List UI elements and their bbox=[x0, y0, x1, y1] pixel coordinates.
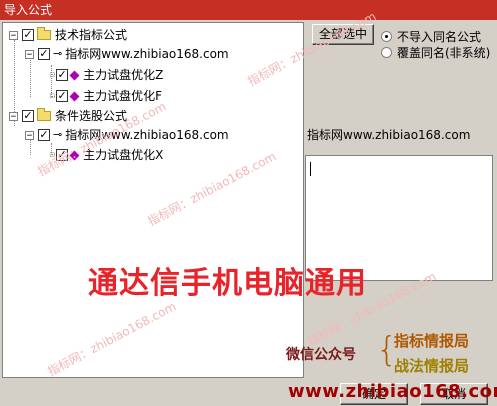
formula-icon bbox=[69, 91, 80, 101]
radio-icon[interactable] bbox=[381, 47, 392, 58]
account-name-1: 指标情报局 bbox=[394, 332, 470, 350]
import-formula-dialog: 导入公式 − ✓ 技术指标公式 − ✓ ⊸ 指标网www.zhibiao168.… bbox=[0, 0, 497, 406]
key-icon: ⊸ bbox=[53, 47, 63, 60]
checkbox[interactable]: ✓ bbox=[56, 90, 69, 102]
collapse-toggle[interactable]: − bbox=[9, 30, 18, 40]
radio-label: 覆盖同名(非系统) bbox=[397, 46, 491, 60]
window-title: 导入公式 bbox=[4, 3, 53, 17]
account-name-2: 战法情报局 bbox=[394, 357, 470, 375]
checkbox[interactable]: ✓ bbox=[38, 48, 50, 60]
key-icon: ⊸ bbox=[53, 128, 63, 141]
collapse-toggle[interactable]: − bbox=[25, 130, 34, 140]
radio-icon[interactable] bbox=[381, 31, 392, 42]
tree-node-formula[interactable]: ▫ ✓ 主力试盘优化F bbox=[49, 87, 162, 105]
tree-node-label: 主力试盘优化Z bbox=[83, 68, 164, 82]
checkbox[interactable]: ✓ bbox=[56, 69, 69, 81]
radio-label: 不导入同名公式 bbox=[397, 30, 482, 44]
promo-headline: 通达信手机电脑通用 bbox=[88, 266, 367, 301]
radio-overwrite[interactable]: 覆盖同名(非系统) bbox=[381, 44, 490, 61]
library-icon: ▫ bbox=[49, 70, 56, 80]
folder-icon bbox=[37, 27, 51, 40]
collapse-toggle[interactable]: − bbox=[25, 49, 34, 59]
tree-node-stock-selection[interactable]: − ✓ 条件选股公式 bbox=[9, 107, 127, 125]
tree-node-label: 指标网www.zhibiao168.com bbox=[65, 47, 229, 61]
window-titlebar: 导入公式 bbox=[0, 0, 497, 20]
source-info-label: 指标网www.zhibiao168.com bbox=[307, 128, 471, 142]
formula-icon bbox=[69, 70, 80, 80]
tree-node-source[interactable]: − ✓ ⊸ 指标网www.zhibiao168.com bbox=[25, 45, 229, 63]
wechat-label: 微信公众号 bbox=[286, 347, 356, 363]
text-cursor bbox=[310, 162, 311, 176]
collapse-toggle[interactable]: − bbox=[9, 111, 18, 121]
tree-node-formula[interactable]: ▫ ✓ 主力试盘优化Z bbox=[49, 66, 163, 84]
checkbox[interactable]: ✓ bbox=[22, 29, 34, 41]
website-url: www.zhibiao168.com bbox=[288, 381, 497, 402]
radio-no-import[interactable]: 不导入同名公式 bbox=[381, 28, 481, 45]
checkbox[interactable]: ✓ bbox=[22, 110, 34, 122]
tree-node-label: 技术指标公式 bbox=[55, 28, 128, 42]
tree-node-technical-indicators[interactable]: − ✓ 技术指标公式 bbox=[9, 26, 127, 44]
folder-icon bbox=[37, 108, 51, 121]
checkbox[interactable]: ✓ bbox=[38, 129, 50, 141]
library-icon: ▫ bbox=[49, 91, 56, 101]
